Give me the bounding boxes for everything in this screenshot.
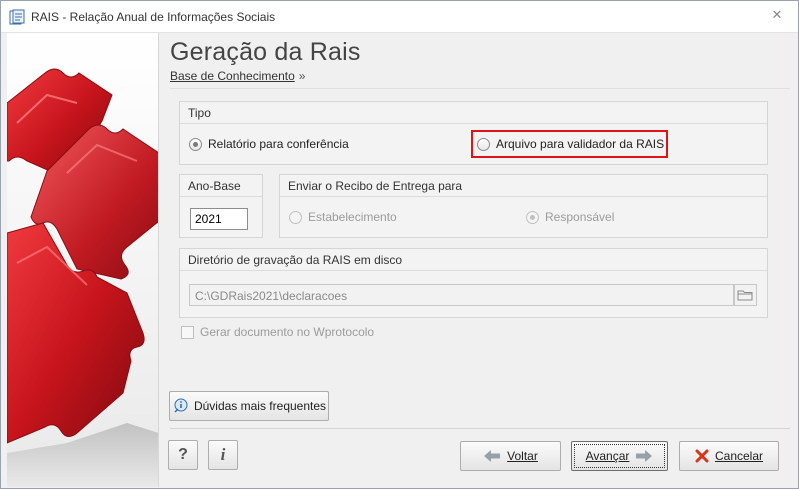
faq-button-label: Dúvidas mais frequentes <box>193 399 327 413</box>
arrow-right-icon <box>636 450 653 462</box>
directory-path-field[interactable]: C:\GDRais2021\declaracoes <box>189 284 734 306</box>
help-button[interactable]: ? <box>168 440 198 470</box>
radio-label: Responsável <box>545 210 615 224</box>
info-button[interactable]: i <box>208 440 238 470</box>
footer-divider <box>170 428 790 429</box>
rais-app-icon <box>9 9 25 25</box>
radio-indicator[interactable] <box>189 137 202 151</box>
next-button-label: Avançar <box>585 449 630 463</box>
tipo-group-title: Tipo <box>188 106 211 120</box>
next-button[interactable]: Avançar <box>571 441 668 471</box>
breadcrumb-link-base-conhecimento[interactable]: Base de Conhecimento <box>170 69 295 83</box>
ano-base-title: Ano-Base <box>188 179 241 193</box>
radio-indicator[interactable] <box>289 210 302 224</box>
window-title: RAIS - Relação Anual de Informações Soci… <box>31 10 276 24</box>
cancel-button[interactable]: Cancelar <box>679 441 779 471</box>
cancel-x-icon <box>695 449 709 463</box>
radio-label: Relatório para conferência <box>208 137 349 151</box>
radio-indicator[interactable] <box>477 137 490 151</box>
folder-icon <box>737 290 753 301</box>
divider <box>170 88 790 89</box>
group-divider <box>280 196 767 197</box>
cancel-button-label: Cancelar <box>714 449 764 463</box>
arrow-left-icon <box>484 450 501 462</box>
main-content: Geração da Rais Base de Conhecimento» Ti… <box>159 33 798 488</box>
breadcrumb-separator: » <box>298 69 306 83</box>
radio-label: Arquivo para validador da RAIS <box>496 137 665 151</box>
side-banner <box>7 33 159 487</box>
group-divider <box>180 270 767 271</box>
breadcrumb: Base de Conhecimento» <box>170 69 305 83</box>
puzzle-illustration <box>7 68 158 487</box>
back-button[interactable]: Voltar <box>460 441 561 471</box>
app-window: RAIS - Relação Anual de Informações Soci… <box>0 0 799 489</box>
recibo-group: Enviar o Recibo de Entrega para <box>279 174 768 238</box>
browse-folder-button[interactable] <box>734 284 757 306</box>
diretorio-group: Diretório de gravação da RAIS em disco <box>179 248 768 318</box>
group-divider <box>180 196 262 197</box>
ano-base-input[interactable] <box>190 208 248 230</box>
radio-label: Estabelecimento <box>308 210 397 224</box>
faq-button[interactable]: Dúvidas mais frequentes <box>169 391 329 421</box>
recibo-group-title: Enviar o Recibo de Entrega para <box>288 179 463 193</box>
checkbox-label: Gerar documento no Wprotocolo <box>200 325 375 339</box>
title-bar: RAIS - Relação Anual de Informações Soci… <box>1 1 798 33</box>
checkbox-gerar-wprotocolo[interactable]: Gerar documento no Wprotocolo <box>181 325 374 339</box>
info-icon: i <box>220 445 226 464</box>
checkbox-indicator[interactable] <box>181 325 194 339</box>
radio-indicator[interactable] <box>526 210 539 224</box>
page-title: Geração da Rais <box>170 38 361 66</box>
radio-arquivo-validador[interactable]: Arquivo para validador da RAIS <box>477 137 664 151</box>
info-speech-icon <box>174 398 188 413</box>
back-button-label: Voltar <box>507 449 538 463</box>
help-icon: ? <box>178 446 188 463</box>
radio-relatorio-conferencia[interactable]: Relatório para conferência <box>189 137 349 151</box>
radio-estabelecimento[interactable]: Estabelecimento <box>289 210 397 224</box>
radio-responsavel[interactable]: Responsável <box>526 210 614 224</box>
diretorio-group-title: Diretório de gravação da RAIS em disco <box>188 253 403 267</box>
group-divider <box>180 123 767 124</box>
close-icon[interactable]: ✕ <box>770 8 784 22</box>
